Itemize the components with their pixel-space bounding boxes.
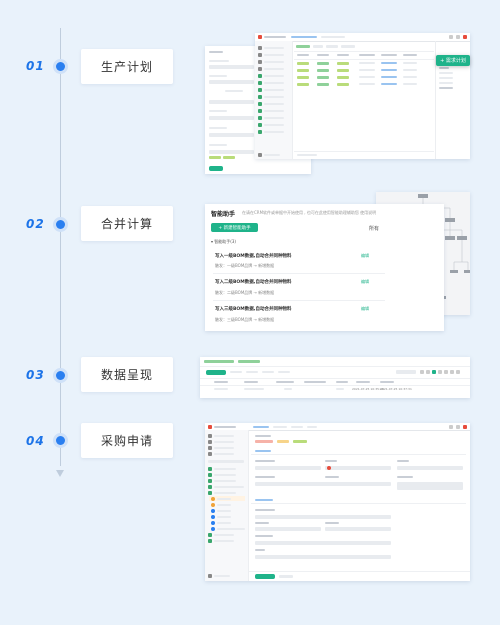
timeline-dot	[56, 371, 65, 380]
edit-link[interactable]: 编辑	[361, 253, 369, 259]
step-number: 01	[26, 59, 45, 73]
new-assistant-button[interactable]: + 新建智能助手	[211, 223, 258, 232]
assistant-group-label: ▾ 智能助手(3)	[211, 239, 236, 245]
timeline-dot	[56, 436, 65, 445]
edit-link[interactable]: 编辑	[361, 279, 369, 285]
step-label: 生产计划	[100, 60, 153, 74]
data-display-screenshot: 2021-07-25 10:35:46 2021-07-25 10:37:31	[200, 357, 470, 398]
step-card-production-plan: 生产计划	[81, 49, 173, 84]
assistant-description: 在请在CRM软件或单据中开始使用 , 也可在此使用智能助理辅助您 使用说明	[242, 210, 377, 215]
purchase-request-screenshot	[205, 423, 470, 581]
step-card-data-display: 数据呈现	[81, 357, 173, 392]
add-demand-plan-button[interactable]: + 需求计划	[436, 55, 470, 66]
step-number: 03	[26, 368, 45, 382]
timeline-arrow-icon	[56, 470, 64, 477]
updated-time: 2021-07-25 10:37:31	[380, 387, 412, 391]
step-number: 02	[26, 217, 45, 231]
assistant-item-title: 写入一级BOM数据,自动合并同种物料	[215, 254, 292, 259]
assistant-item-title: 写入三级BOM数据,自动合并同种物料	[215, 307, 292, 312]
timeline-dot	[56, 220, 65, 229]
assistant-item-trigger: 触发：一级BOM品牌 → 新增数据	[215, 263, 275, 268]
assistant-item-trigger: 触发：二级BOM品牌 → 新增数据	[215, 290, 275, 295]
step-label: 数据呈现	[100, 368, 153, 382]
production-plan-table-screenshot	[255, 33, 470, 159]
step-number: 04	[26, 434, 45, 448]
assistant-item-title: 写入二级BOM数据,自动合并同种物料	[215, 280, 292, 285]
group-label-text: 智能助手(3)	[214, 239, 236, 244]
step-card-merge-calc: 合并计算	[81, 206, 173, 241]
timeline-line	[60, 28, 61, 466]
assistant-item-trigger: 触发：三级BOM品牌 → 新增数据	[215, 317, 275, 322]
step-label: 采购申请	[100, 434, 153, 448]
step-label: 合并计算	[100, 217, 153, 231]
smart-assistant-screenshot: 智能助手 在请在CRM软件或单据中开始使用 , 也可在此使用智能助理辅助您 使用…	[205, 204, 444, 331]
assistant-title: 智能助手	[211, 211, 236, 218]
edit-link[interactable]: 编辑	[361, 306, 369, 312]
step-card-purchase-request: 采购申请	[81, 423, 173, 458]
timeline-dot	[56, 62, 65, 71]
filter-all-label[interactable]: 所有	[369, 225, 379, 232]
